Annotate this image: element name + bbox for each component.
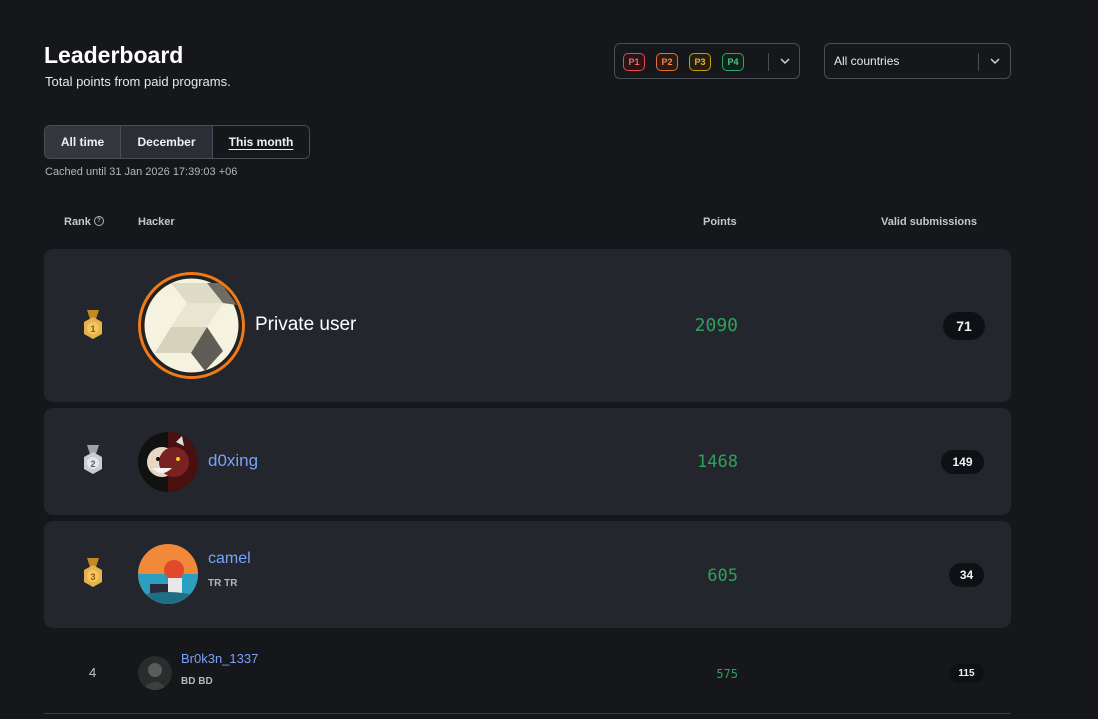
points-value: 2090 xyxy=(694,315,738,336)
silver-medal-icon: 2 xyxy=(84,445,102,474)
column-header-points: Points xyxy=(703,216,737,228)
avatar-image xyxy=(138,544,198,604)
medal-rank-number: 1 xyxy=(90,324,95,334)
avatar-image xyxy=(141,275,242,376)
priority-badge-p3[interactable]: P3 xyxy=(689,53,711,71)
priority-badge-p1[interactable]: P1 xyxy=(623,53,645,71)
leaderboard-row[interactable]: 3 camel TR TR 605 34 xyxy=(44,521,1011,628)
dropdown-divider xyxy=(978,53,979,71)
medal-rank-number: 3 xyxy=(90,572,95,582)
avatar[interactable] xyxy=(138,432,198,492)
row-divider xyxy=(44,713,1011,714)
points-value: 1468 xyxy=(697,452,738,472)
bronze-medal-icon: 3 xyxy=(84,558,102,587)
column-header-rank-label: Rank xyxy=(64,216,91,228)
tab-this-month[interactable]: This month xyxy=(213,126,309,158)
hacker-name-link[interactable]: camel xyxy=(208,550,251,568)
hacker-name: Private user xyxy=(255,314,357,335)
cache-timestamp: Cached until 31 Jan 2026 17:39:03 +06 xyxy=(45,166,238,178)
column-header-valid-submissions: Valid submissions xyxy=(881,216,977,228)
valid-submissions-count: 34 xyxy=(949,563,984,587)
dropdown-divider xyxy=(768,53,769,71)
hacker-name-link[interactable]: Br0k3n_1337 xyxy=(181,651,258,666)
help-icon[interactable]: ? xyxy=(93,216,104,226)
avatar[interactable] xyxy=(138,272,245,379)
country-label: TR TR xyxy=(208,578,238,589)
avatar-image xyxy=(138,432,198,492)
column-header-hacker: Hacker xyxy=(138,216,175,228)
chevron-down-icon[interactable] xyxy=(778,54,792,68)
valid-submissions-count: 149 xyxy=(941,450,984,474)
valid-submissions-count: 115 xyxy=(949,664,984,683)
points-value: 575 xyxy=(716,667,738,681)
leaderboard-row[interactable]: 1 Private user 2090 71 xyxy=(44,249,1011,402)
priority-badge-p2[interactable]: P2 xyxy=(656,53,678,71)
country-label: BD BD xyxy=(181,676,213,687)
chevron-down-icon[interactable] xyxy=(988,54,1002,68)
priority-filter-dropdown[interactable]: P1 P2 P3 P4 xyxy=(614,43,800,79)
leaderboard-row[interactable]: 2 d0xing 1468 149 xyxy=(44,408,1011,515)
tab-all-time[interactable]: All time xyxy=(45,126,121,158)
hacker-name-link[interactable]: d0xing xyxy=(208,451,258,471)
page-subtitle: Total points from paid programs. xyxy=(45,74,231,89)
avatar[interactable] xyxy=(138,656,172,690)
priority-badge-p4[interactable]: P4 xyxy=(722,53,744,71)
tab-december[interactable]: December xyxy=(121,126,213,158)
points-value: 605 xyxy=(707,566,738,586)
gold-medal-icon: 1 xyxy=(84,310,102,339)
avatar-image xyxy=(138,656,172,690)
country-filter-dropdown[interactable]: All countries xyxy=(824,43,1011,79)
page-title: Leaderboard xyxy=(44,42,184,68)
medal-rank-number: 2 xyxy=(90,459,95,469)
rank-number: 4 xyxy=(89,665,97,680)
leaderboard-row[interactable]: 4 Br0k3n_1337 BD BD 575 115 xyxy=(44,634,1011,712)
column-header-rank: Rank? xyxy=(64,216,104,228)
country-filter-label: All countries xyxy=(834,54,900,68)
avatar[interactable] xyxy=(138,544,198,604)
valid-submissions-count: 71 xyxy=(943,312,985,340)
time-range-tabs: All time December This month xyxy=(44,125,310,159)
